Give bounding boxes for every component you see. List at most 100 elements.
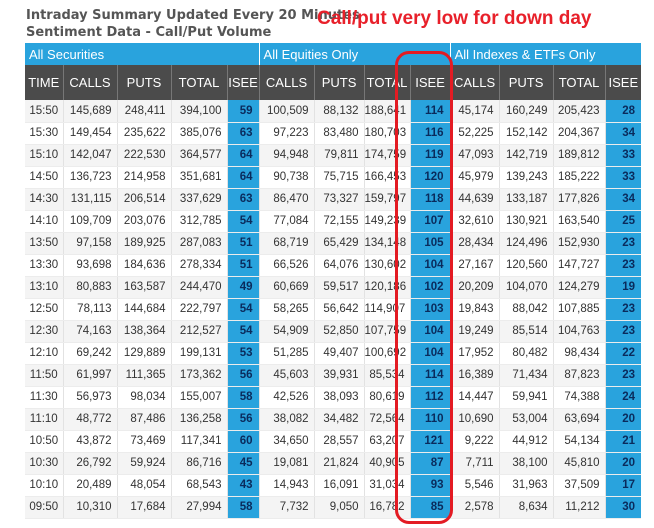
col-calls[interactable]: CALLS [258, 65, 315, 100]
puts-cell: 48,054 [116, 474, 171, 497]
puts-cell: 189,925 [116, 232, 171, 255]
total-cell: 177,826 [552, 188, 606, 211]
isee-cell: 21 [604, 430, 642, 453]
puts-cell: 73,327 [313, 188, 365, 211]
isee-cell: 54 [226, 320, 260, 343]
total-cell: 155,007 [170, 386, 227, 409]
time-cell: 10:10 [25, 474, 63, 497]
isee-cell: 23 [604, 320, 642, 343]
calls-cell: 52,225 [449, 122, 500, 145]
puts-cell: 142,719 [498, 144, 554, 167]
puts-cell: 203,076 [116, 210, 171, 233]
total-cell: 87,823 [552, 364, 606, 387]
summary-subtitle: Sentiment Data - Call/Put Volume [26, 25, 272, 40]
calls-cell: 10,310 [62, 496, 117, 519]
total-cell: 74,388 [552, 386, 606, 409]
total-cell: 86,716 [170, 452, 227, 475]
calls-cell: 20,489 [62, 474, 117, 497]
annotation-text: Call/put very low for down day [317, 8, 592, 29]
col-isee[interactable]: ISEE [604, 65, 642, 100]
isee-cell: 51 [226, 232, 260, 255]
isee-cell: 56 [226, 364, 260, 387]
time-cell: 13:50 [25, 232, 63, 255]
group-all-securities: All Securities [25, 43, 260, 65]
total-cell: 107,885 [552, 298, 606, 321]
puts-cell: 31,963 [498, 474, 554, 497]
calls-cell: 43,872 [62, 430, 117, 453]
col-calls[interactable]: CALLS [449, 65, 500, 100]
col-total[interactable]: TOTAL [552, 65, 606, 100]
isee-cell: 63 [226, 188, 260, 211]
total-cell: 37,509 [552, 474, 606, 497]
total-cell: 337,629 [170, 188, 227, 211]
isee-cell: 64 [226, 144, 260, 167]
total-cell: 163,540 [552, 210, 606, 233]
calls-cell: 7,711 [449, 452, 500, 475]
col-puts[interactable]: PUTS [498, 65, 554, 100]
calls-cell: 69,242 [62, 342, 117, 365]
isee-cell: 58 [226, 386, 260, 409]
col-total[interactable]: TOTAL [170, 65, 227, 100]
table-row: 15:30 149,454 235,622 385,076 63 97,223 83,480… [25, 122, 642, 145]
col-puts[interactable]: PUTS [116, 65, 171, 100]
col-time[interactable]: TIME [25, 65, 63, 100]
calls-cell: 47,093 [449, 144, 500, 167]
puts-cell: 124,496 [498, 232, 554, 255]
puts-cell: 206,514 [116, 188, 171, 211]
calls-cell: 16,389 [449, 364, 500, 387]
table-row: 11:10 48,772 87,486 136,258 56 38,082 34,482 72… [25, 408, 642, 431]
time-cell: 15:30 [25, 122, 63, 145]
time-cell: 13:30 [25, 254, 63, 277]
calls-cell: 93,698 [62, 254, 117, 277]
puts-cell: 65,429 [313, 232, 365, 255]
total-cell: 173,362 [170, 364, 227, 387]
col-puts[interactable]: PUTS [313, 65, 365, 100]
isee-cell: 23 [604, 232, 642, 255]
puts-cell: 120,560 [498, 254, 554, 277]
calls-cell: 20,209 [449, 276, 500, 299]
isee-cell: 56 [226, 408, 260, 431]
col-calls[interactable]: CALLS [62, 65, 117, 100]
isee-cell: 19 [604, 276, 642, 299]
isee-cell: 25 [604, 210, 642, 233]
calls-cell: 77,084 [258, 210, 315, 233]
time-cell: 14:30 [25, 188, 63, 211]
calls-cell: 14,943 [258, 474, 315, 497]
total-cell: 117,341 [170, 430, 227, 453]
table-row: 13:30 93,698 184,636 278,334 51 66,526 64,076 1… [25, 254, 642, 277]
total-cell: 312,785 [170, 210, 227, 233]
total-cell: 287,083 [170, 232, 227, 255]
isee-cell: 45 [226, 452, 260, 475]
calls-cell: 19,081 [258, 452, 315, 475]
isee-cell: 43 [226, 474, 260, 497]
total-cell: 124,279 [552, 276, 606, 299]
calls-cell: 10,690 [449, 408, 500, 431]
calls-cell: 45,174 [449, 100, 500, 123]
time-cell: 11:50 [25, 364, 63, 387]
calls-cell: 45,979 [449, 166, 500, 189]
calls-cell: 14,447 [449, 386, 500, 409]
puts-cell: 184,636 [116, 254, 171, 277]
calls-cell: 142,047 [62, 144, 117, 167]
calls-cell: 66,526 [258, 254, 315, 277]
puts-cell: 144,684 [116, 298, 171, 321]
puts-cell: 160,249 [498, 100, 554, 123]
isee-cell: 34 [604, 188, 642, 211]
calls-cell: 42,526 [258, 386, 315, 409]
group-header-row: All Securities All Equities Only All Ind… [25, 43, 642, 65]
isee-cell: 22 [604, 342, 642, 365]
puts-cell: 39,931 [313, 364, 365, 387]
puts-cell: 138,364 [116, 320, 171, 343]
table-row: 11:50 61,997 111,365 173,362 56 45,603 39,931 8… [25, 364, 642, 387]
col-isee[interactable]: ISEE [226, 65, 260, 100]
calls-cell: 78,113 [62, 298, 117, 321]
isee-cell: 51 [226, 254, 260, 277]
total-cell: 136,258 [170, 408, 227, 431]
isee-cell: 30 [604, 496, 642, 519]
table-row: 15:50 145,689 248,411 394,100 59 100,509 88,13… [25, 100, 642, 123]
puts-cell: 129,889 [116, 342, 171, 365]
puts-cell: 222,530 [116, 144, 171, 167]
puts-cell: 52,850 [313, 320, 365, 343]
calls-cell: 19,843 [449, 298, 500, 321]
time-cell: 10:30 [25, 452, 63, 475]
